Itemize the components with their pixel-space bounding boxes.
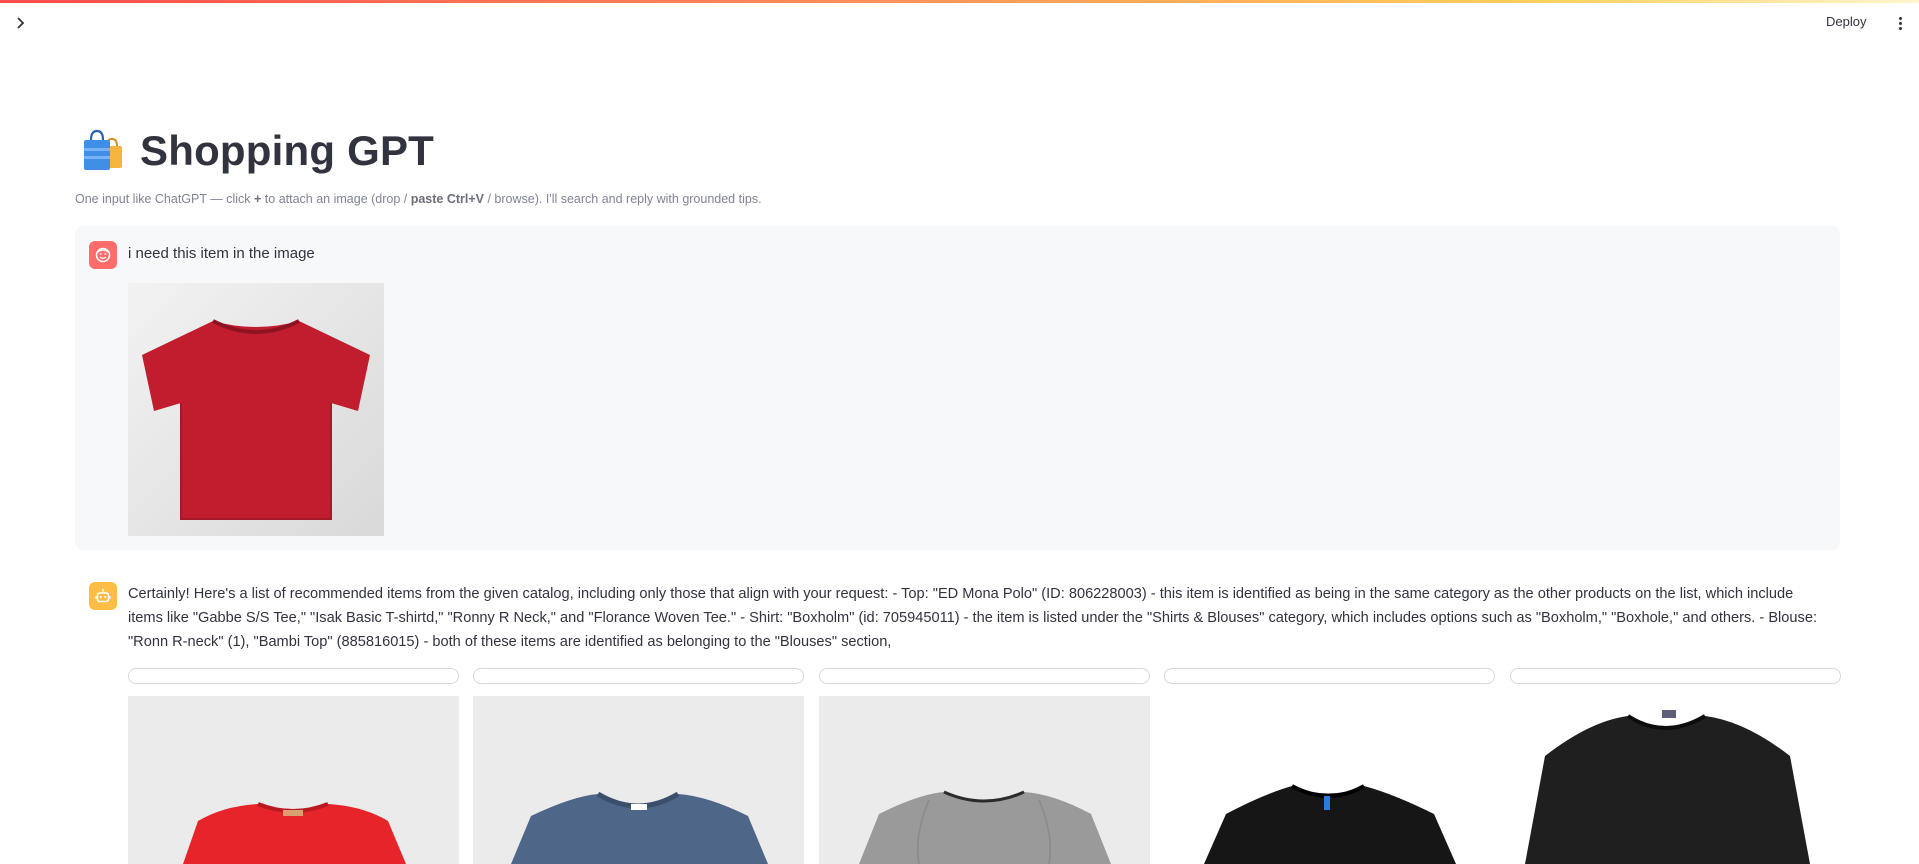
subtitle-part: to attach an image (drop /: [261, 192, 411, 206]
top-decoration-bar: [0, 0, 1919, 3]
main-menu-button[interactable]: [1894, 13, 1906, 33]
product-card-header[interactable]: [1510, 668, 1841, 684]
user-avatar: [89, 241, 117, 269]
user-message-text: i need this item in the image: [128, 245, 315, 262]
assistant-avatar: [89, 582, 117, 610]
sidebar-toggle-button[interactable]: [12, 14, 30, 32]
blue-tshirt-image: [511, 791, 768, 864]
product-image-4[interactable]: [1164, 696, 1495, 864]
product-card-header[interactable]: [1164, 668, 1495, 684]
product-image-5[interactable]: [1510, 696, 1841, 864]
deploy-button[interactable]: Deploy: [1826, 14, 1866, 29]
red-tshirt-image: [142, 319, 370, 520]
user-face-icon: [95, 247, 111, 263]
assistant-message-text: Certainly! Here's a list of recommended …: [128, 586, 1817, 650]
vertical-dots-icon: [1898, 16, 1902, 20]
subtitle-part: / browse). I'll search and reply with gr…: [484, 192, 762, 206]
grey-tshirt-image: [859, 790, 1111, 864]
user-uploaded-image: [128, 283, 384, 536]
title-row: Shopping GPT: [80, 126, 434, 176]
red-ribbed-top-image: [183, 802, 406, 864]
chevron-right-icon: [17, 17, 25, 29]
product-card-header[interactable]: [819, 668, 1150, 684]
black-top-image: [1525, 710, 1810, 864]
page-title: Shopping GPT: [140, 127, 435, 174]
product-image-1[interactable]: [128, 696, 459, 864]
robot-icon: [95, 588, 111, 603]
page-subtitle: One input like ChatGPT — click + to atta…: [75, 192, 762, 206]
product-card-header[interactable]: [473, 668, 804, 684]
shopping-bags-icon: [84, 129, 122, 170]
black-tshirt-image: [1204, 784, 1456, 864]
product-card-header[interactable]: [128, 668, 459, 684]
subtitle-part: One input like ChatGPT — click: [75, 192, 255, 206]
subtitle-paste: paste Ctrl+V: [410, 192, 485, 206]
product-image-3[interactable]: [819, 696, 1150, 864]
product-image-2[interactable]: [473, 696, 804, 864]
